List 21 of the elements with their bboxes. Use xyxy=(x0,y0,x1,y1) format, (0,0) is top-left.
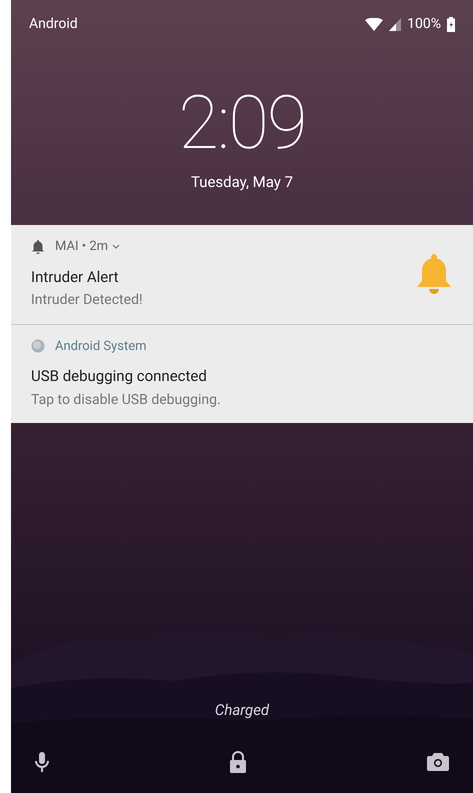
notification-card[interactable]: MAI • 2m Intruder Alert Intruder Detected! xyxy=(11,224,473,324)
notification-title: Intruder Alert xyxy=(31,266,120,288)
notification-text: Intruder Detected! xyxy=(31,291,144,310)
wifi-icon xyxy=(365,18,384,31)
lock-icon[interactable] xyxy=(229,751,247,773)
bell-icon xyxy=(31,239,45,254)
charging-status: Charged xyxy=(214,700,270,720)
chevron-down-icon[interactable] xyxy=(112,244,120,250)
notification-text: Tap to disable USB debugging. xyxy=(31,390,222,410)
clock-time: 2:09 xyxy=(178,87,306,161)
circle-icon xyxy=(31,339,45,354)
notification-card[interactable]: Android System USB debugging connected Tap to disable USB debugging. xyxy=(11,324,473,422)
microphone-icon[interactable] xyxy=(35,752,49,772)
signal-icon xyxy=(389,18,402,31)
app-name: Android System xyxy=(55,338,147,356)
date-label: Tuesday, May 7 xyxy=(190,172,294,193)
notification-title: USB debugging connected xyxy=(31,366,208,387)
carrier-label: Android xyxy=(29,15,78,34)
app-name: MAI • 2m xyxy=(55,238,108,256)
battery-charging-icon xyxy=(447,17,455,32)
battery-percentage: 100% xyxy=(407,15,441,34)
